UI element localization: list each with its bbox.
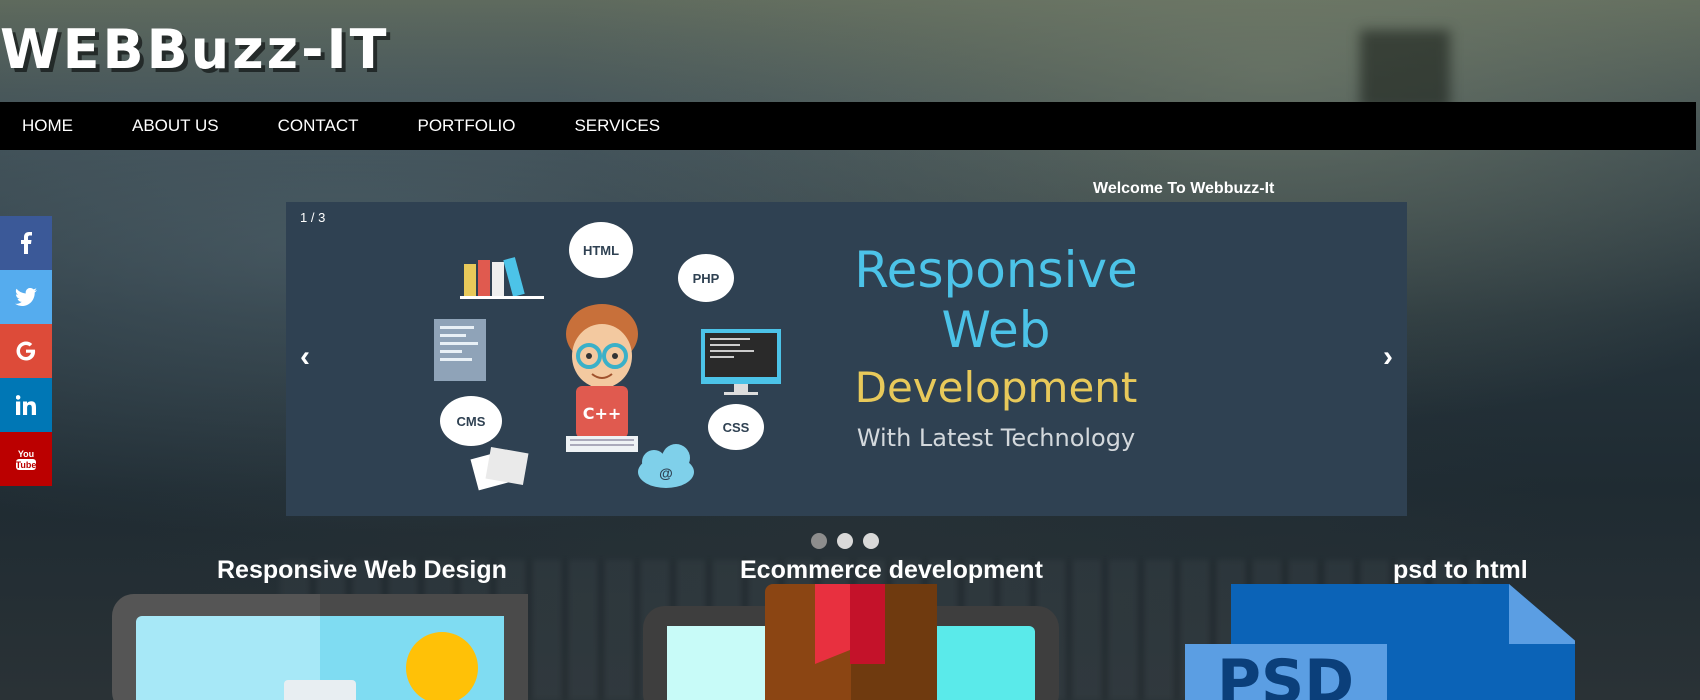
background-window xyxy=(1360,30,1450,110)
facebook-icon[interactable] xyxy=(0,216,52,270)
google-icon[interactable] xyxy=(0,324,52,378)
code-sheet-icon xyxy=(434,319,486,381)
hero-slider: 1 / 3 ‹ › C++ @ HTML PHP CMS CSS Respons… xyxy=(286,202,1407,516)
youtube-icon[interactable]: You Tube xyxy=(0,432,52,486)
service-title-ecommerce: Ecommerce development xyxy=(740,556,1043,584)
nav-home[interactable]: HOME xyxy=(22,116,73,136)
slide-counter: 1 / 3 xyxy=(300,210,326,225)
slider-dot-1[interactable] xyxy=(811,533,827,549)
developer-figure: C++ xyxy=(566,304,638,452)
slide-headline: Responsive Web Development With Latest T… xyxy=(766,240,1226,460)
headline-line4: With Latest Technology xyxy=(856,424,1136,452)
slider-prev-arrow[interactable]: ‹ xyxy=(300,340,310,374)
cloud-icon: @ xyxy=(638,444,694,488)
svg-text:You: You xyxy=(18,449,34,459)
nav-services[interactable]: SERVICES xyxy=(574,116,660,136)
headline-line2: Web xyxy=(941,301,1051,359)
slider-dots xyxy=(811,533,879,549)
slider-dot-2[interactable] xyxy=(837,533,853,549)
responsive-design-image xyxy=(112,594,528,700)
service-title-psd: psd to html xyxy=(1393,556,1528,584)
main-nav: HOME ABOUT US CONTACT PORTFOLIO SERVICES xyxy=(0,102,1696,150)
books-icon xyxy=(460,257,544,299)
linkedin-icon[interactable] xyxy=(0,378,52,432)
svg-text:@: @ xyxy=(659,465,673,481)
nav-about-us[interactable]: ABOUT US xyxy=(132,116,219,136)
bubble-cms: CMS xyxy=(440,396,502,446)
bubble-php: PHP xyxy=(678,254,734,302)
ecommerce-image xyxy=(643,584,1059,700)
headline-line1: Responsive xyxy=(854,241,1138,299)
service-title-responsive: Responsive Web Design xyxy=(217,556,507,584)
bubble-html: HTML xyxy=(569,222,633,278)
svg-text:PSD: PSD xyxy=(1217,647,1354,700)
nav-contact[interactable]: CONTACT xyxy=(278,116,359,136)
headline-line3: Development xyxy=(854,363,1138,412)
twitter-icon[interactable] xyxy=(0,270,52,324)
social-sidebar: You Tube xyxy=(0,216,52,486)
slider-dot-3[interactable] xyxy=(863,533,879,549)
site-logo[interactable]: WEBBuzz-IT xyxy=(0,18,389,81)
papers-icon xyxy=(470,446,529,491)
shirt-text: C++ xyxy=(583,404,622,423)
svg-text:Tube: Tube xyxy=(16,460,37,470)
nav-portfolio[interactable]: PORTFOLIO xyxy=(418,116,516,136)
slider-next-arrow[interactable]: › xyxy=(1383,340,1393,374)
welcome-text: Welcome To Webbuzz-It xyxy=(1093,180,1275,197)
bubble-css: CSS xyxy=(708,404,764,450)
psd-to-html-image: PSD xyxy=(1185,584,1575,700)
